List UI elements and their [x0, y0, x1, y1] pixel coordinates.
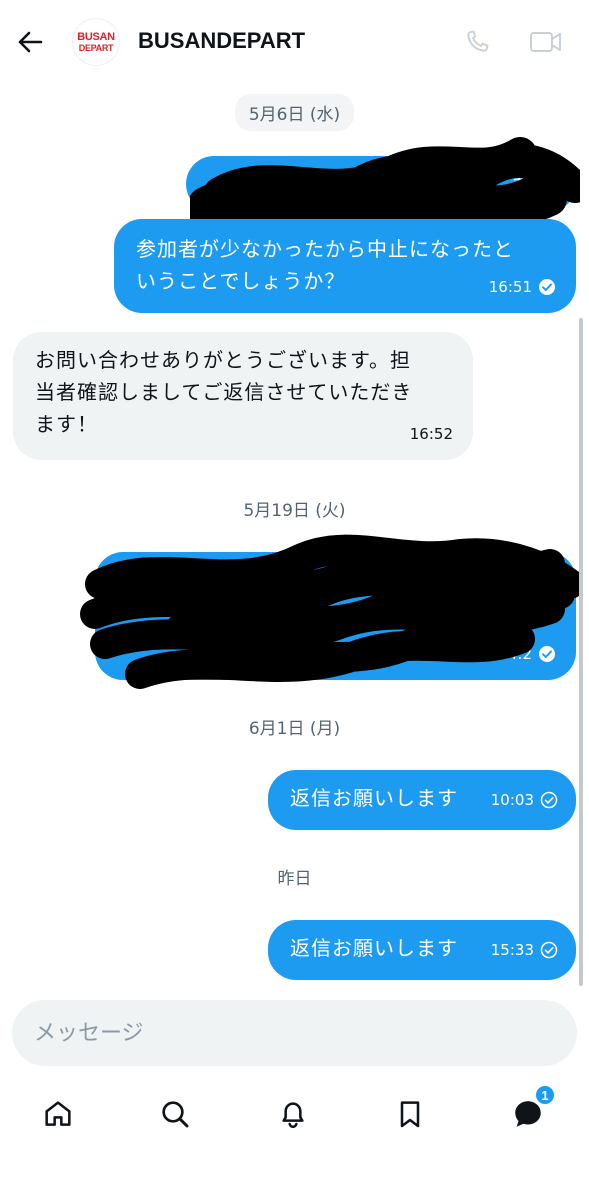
scrollbar[interactable] [579, 318, 583, 986]
back-button[interactable] [10, 22, 50, 62]
date-label: 6月1日 (月) [248, 719, 341, 739]
message-input[interactable] [34, 1000, 554, 1066]
call-button[interactable] [459, 24, 495, 60]
message-text-line: お問い合わせありがとうございます。担 [35, 348, 411, 372]
tab-notifications[interactable] [271, 1092, 315, 1136]
message-composer[interactable] [12, 1000, 577, 1066]
message-time: 16:52 [409, 425, 453, 443]
home-icon [45, 1101, 71, 1126]
tab-search[interactable] [153, 1092, 197, 1136]
date-divider: 5月19日 (火) [0, 496, 589, 521]
date-divider: 昨日 [0, 864, 589, 889]
read-check-filled-icon [539, 279, 555, 295]
message-meta: 16:52 [410, 418, 453, 450]
message-text-line: ます！ [35, 412, 98, 436]
unread-badge: 1 [534, 1084, 556, 1106]
message-text-line: 当者確認しましてご返信させていただき [35, 380, 413, 404]
conversation-title[interactable]: BUSANDEPART [138, 28, 305, 54]
message-time: 10:03 [490, 791, 534, 809]
avatar[interactable]: BUSAN DEPART [72, 18, 120, 66]
video-camera-icon [530, 32, 561, 52]
message-text-line: 参加者が少なかったから中止になったと [136, 237, 514, 261]
phone-icon [467, 30, 489, 52]
message-meta: 15:33 [491, 934, 558, 966]
redaction-scribble [80, 534, 580, 689]
sent-check-outline-icon [540, 941, 558, 959]
date-label: 昨日 [277, 869, 312, 889]
message-meta: 16:51 [489, 271, 556, 303]
tab-bookmarks[interactable] [388, 1092, 432, 1136]
date-label: 5月19日 (火) [243, 501, 346, 521]
avatar-logo-line2: DEPART [78, 42, 114, 53]
message-bubble-outgoing[interactable]: 返信お願いします 15:33 [268, 920, 576, 980]
message-bubble-outgoing[interactable]: 参加者が少なかったから中止になったと いうことでしょうか？ 16:51 [114, 219, 576, 313]
message-bubble-outgoing[interactable]: 返信お願いします 10:03 [268, 770, 576, 830]
message-bubble-incoming[interactable]: お問い合わせありがとうございます。担 当者確認しましてご返信させていただき ます… [13, 332, 473, 460]
search-icon [162, 1101, 189, 1128]
message-time: 16:51 [488, 278, 532, 296]
notifications-icon [282, 1102, 304, 1129]
tab-messages[interactable]: 1 [506, 1084, 556, 1136]
arrow-left-icon [18, 31, 43, 53]
bookmark-icon [400, 1101, 420, 1128]
video-call-button[interactable] [528, 24, 564, 60]
tab-home[interactable] [36, 1092, 80, 1136]
avatar-logo-line1: BUSAN [77, 30, 115, 43]
message-meta: 10:03 [491, 784, 558, 816]
conversation-header: BUSAN DEPART BUSANDEPART [0, 0, 589, 84]
sent-check-outline-icon [540, 791, 558, 809]
message-time: 15:33 [490, 941, 534, 959]
bottom-tab-bar: 1 [0, 1078, 589, 1150]
date-divider: 6月1日 (月) [0, 714, 589, 739]
message-thread[interactable]: 5月6日 (水) か？ 参加者が少なかったから中止になったと いうことでしょうか… [0, 84, 589, 994]
